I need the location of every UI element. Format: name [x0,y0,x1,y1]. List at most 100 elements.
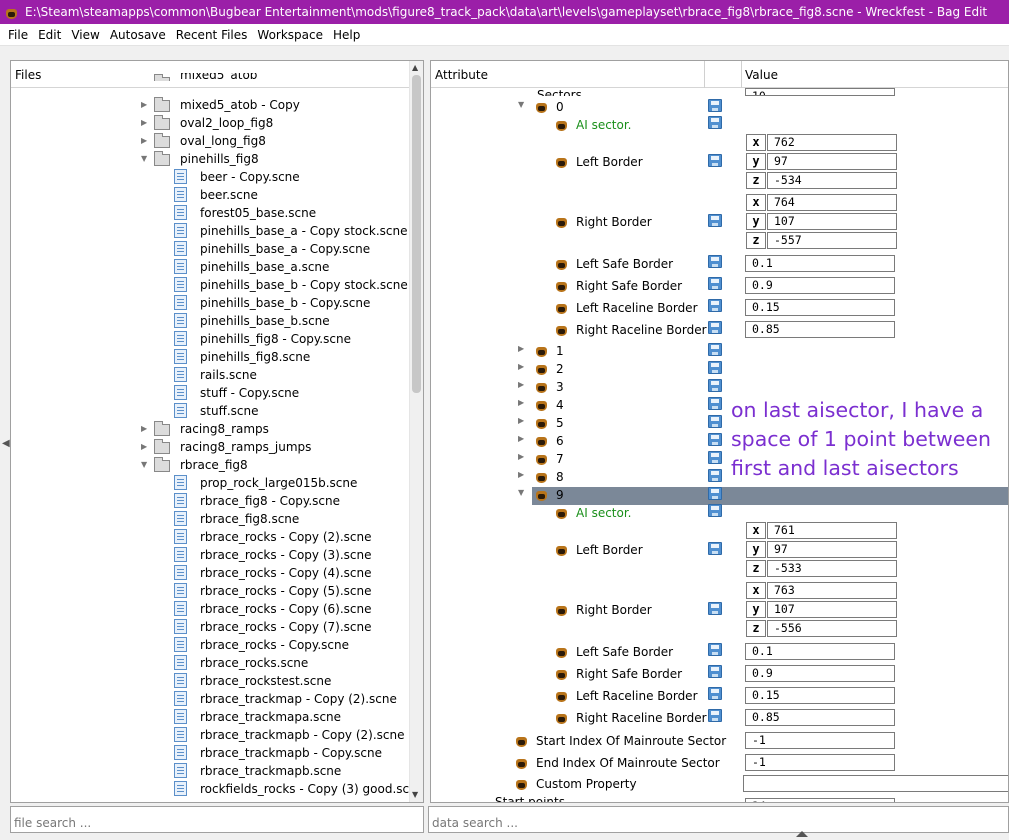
chevron-right-icon[interactable]: ▶ [518,398,524,407]
save-icon[interactable] [708,214,722,227]
right-safe-value[interactable]: 0.9 [745,665,895,682]
folder-item[interactable]: mixed5_atob [11,73,407,81]
chevron-right-icon[interactable]: ▶ [518,344,524,353]
chevron-right-icon[interactable]: ▶ [518,434,524,443]
right-border-z[interactable]: -556 [767,620,897,637]
value-column-header[interactable]: Value [745,68,778,82]
file-item[interactable]: rbrace_rocks - Copy.scne [11,636,407,654]
file-item[interactable]: rbrace_rockstest.scne [11,672,407,690]
chevron-down-icon[interactable]: ▼ [141,460,147,469]
save-icon[interactable] [708,154,722,167]
file-item[interactable]: rbrace_trackmapb.scne [11,762,407,780]
chevron-right-icon[interactable]: ▶ [518,380,524,389]
save-icon[interactable] [708,277,722,290]
file-item[interactable]: prop_rock_large015b.scne [11,474,407,492]
collapse-left-arrow-icon[interactable]: ◀ [2,438,10,449]
folder-item[interactable]: ▶ racing8_ramps [11,420,407,438]
save-icon[interactable] [708,433,722,446]
save-icon[interactable] [708,709,722,722]
save-icon[interactable] [708,343,722,356]
file-item[interactable]: rbrace_rocks - Copy (3).scne [11,546,407,564]
menu-autosave[interactable]: Autosave [105,25,171,45]
scroll-up-icon[interactable]: ▲ [412,63,418,73]
file-item[interactable]: beer - Copy.scne [11,168,407,186]
chevron-down-icon[interactable]: ▼ [518,488,524,497]
file-search-input[interactable]: file search ... [10,806,424,833]
file-item[interactable]: rbrace_rocks - Copy (4).scne [11,564,407,582]
file-item[interactable]: stuff.scne [11,402,407,420]
left-border-x[interactable]: 762 [767,134,897,151]
start-index-value[interactable]: -1 [745,732,895,749]
scroll-thumb[interactable] [412,75,421,393]
chevron-right-icon[interactable]: ▶ [518,362,524,371]
chevron-right-icon[interactable]: ▶ [141,100,147,109]
menu-edit[interactable]: Edit [33,25,66,45]
save-icon[interactable] [708,361,722,374]
left-raceline-value[interactable]: 0.15 [745,299,895,316]
chevron-right-icon[interactable]: ▶ [141,442,147,451]
right-border-x[interactable]: 764 [767,194,897,211]
chevron-right-icon[interactable]: ▶ [141,136,147,145]
save-icon[interactable] [708,299,722,312]
folder-item[interactable]: ▶ oval_long_fig8 [11,132,407,150]
save-icon[interactable] [708,469,722,482]
right-raceline-value[interactable]: 0.85 [745,321,895,338]
left-safe-value[interactable]: 0.1 [745,255,895,272]
left-border-x[interactable]: 761 [767,522,897,539]
save-icon[interactable] [708,643,722,656]
chevron-right-icon[interactable]: ▶ [141,424,147,433]
file-item[interactable]: pinehills_fig8.scne [11,348,407,366]
right-border-y[interactable]: 107 [767,601,897,618]
right-border-x[interactable]: 763 [767,582,897,599]
right-border-y[interactable]: 107 [767,213,897,230]
file-item[interactable]: pinehills_fig8 - Copy.scne [11,330,407,348]
save-icon[interactable] [708,687,722,700]
file-item[interactable]: pinehills_base_b - Copy.scne [11,294,407,312]
scroll-down-icon[interactable]: ▼ [412,790,418,800]
save-icon[interactable] [708,321,722,334]
start-points-value[interactable]: 24 [745,798,895,802]
menu-file[interactable]: File [0,25,33,45]
save-icon[interactable] [708,451,722,464]
file-item[interactable]: rails.scne [11,366,407,384]
end-index-value[interactable]: -1 [745,754,895,771]
save-icon[interactable] [708,255,722,268]
right-raceline-value[interactable]: 0.85 [745,709,895,726]
save-icon[interactable] [708,116,722,129]
menu-help[interactable]: Help [328,25,365,45]
file-item[interactable]: rbrace_trackmap - Copy (2).scne [11,690,407,708]
folder-item[interactable]: ▼ rbrace_fig8 [11,456,407,474]
save-icon[interactable] [708,487,722,500]
left-safe-value[interactable]: 0.1 [745,643,895,660]
custom-property-value[interactable] [743,775,1008,792]
save-icon[interactable] [708,99,722,112]
chevron-right-icon[interactable]: ▶ [141,118,147,127]
folder-item[interactable]: ▼ pinehills_fig8 [11,150,407,168]
resize-arrow-icon[interactable] [796,831,808,837]
menu-recent-files[interactable]: Recent Files [171,25,253,45]
file-item[interactable]: pinehills_base_b.scne [11,312,407,330]
file-item[interactable]: rbrace_trackmapb - Copy (2).scne [11,726,407,744]
file-item[interactable]: pinehills_base_a - Copy.scne [11,240,407,258]
file-item[interactable]: rbrace_rocks - Copy (5).scne [11,582,407,600]
chevron-right-icon[interactable]: ▶ [518,416,524,425]
right-safe-value[interactable]: 0.9 [745,277,895,294]
sectors-count-value[interactable]: 10 [745,88,895,96]
file-item[interactable]: stuff - Copy.scne [11,384,407,402]
file-item[interactable]: rockfields_rocks - Copy (3) good.scne [11,780,423,798]
save-icon[interactable] [708,665,722,678]
file-item[interactable]: rbrace_rocks - Copy (6).scne [11,600,407,618]
folder-item[interactable]: ▶ racing8_ramps_jumps [11,438,407,456]
chevron-right-icon[interactable]: ▶ [518,452,524,461]
left-border-y[interactable]: 97 [767,153,897,170]
file-item[interactable]: pinehills_base_a - Copy stock.scne [11,222,407,240]
file-item[interactable]: rbrace_trackmapa.scne [11,708,407,726]
chevron-right-icon[interactable]: ▶ [518,470,524,479]
folder-item[interactable]: ▶ oval2_loop_fig8 [11,114,407,132]
left-border-y[interactable]: 97 [767,541,897,558]
menu-workspace[interactable]: Workspace [252,25,328,45]
save-icon[interactable] [708,504,722,517]
save-icon[interactable] [708,602,722,615]
attribute-column-header[interactable]: Attribute [435,68,488,82]
data-search-input[interactable]: data search ... [428,806,1009,833]
